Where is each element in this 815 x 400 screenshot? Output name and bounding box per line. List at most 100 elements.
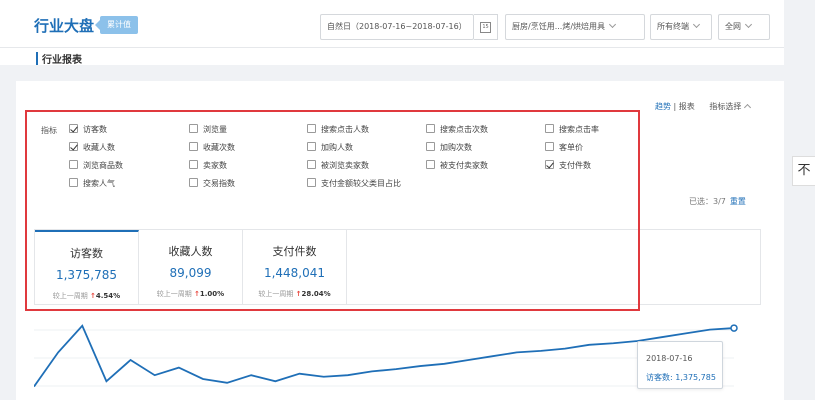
terminal-select-value: 所有终端: [657, 22, 689, 31]
chevron-down-icon: [608, 20, 617, 29]
view-switcher: 趋势 | 报表 指标选择: [655, 101, 752, 112]
checkbox[interactable]: [69, 124, 78, 133]
metric-option[interactable]: 收藏次数: [189, 142, 235, 154]
checkbox[interactable]: [426, 160, 435, 169]
checkbox[interactable]: [545, 124, 554, 133]
tab-compare: 较上一周期 ↑28.04%: [258, 290, 331, 298]
cumulative-badge[interactable]: 累计值: [95, 16, 138, 34]
metric-option[interactable]: 搜索点击率: [545, 124, 599, 136]
metric-select-toggle[interactable]: 指标选择: [709, 102, 752, 112]
category-select[interactable]: 厨房/烹饪用...烤/烘焙用具: [505, 14, 645, 40]
option-label: 收藏人数: [83, 143, 115, 152]
tab-title: 支付件数: [272, 245, 317, 258]
metric-option[interactable]: 搜索点击人数: [307, 124, 369, 136]
option-label: 访客数: [83, 125, 107, 134]
section-bar: 行业报表: [0, 47, 784, 65]
option-label: 搜索人气: [83, 179, 115, 188]
tab-title: 收藏人数: [168, 245, 213, 258]
link-separator: |: [673, 102, 677, 111]
metric-option[interactable]: 客单价: [545, 142, 583, 154]
checkbox[interactable]: [189, 160, 198, 169]
date-range-picker[interactable]: 自然日（2018-07-16~2018-07-16）: [320, 14, 474, 40]
option-label: 收藏次数: [203, 143, 235, 152]
tooltip-series: 访客数: 1,375,785: [646, 373, 716, 382]
category-select-value: 厨房/烹饪用...烤/烘焙用具: [512, 22, 606, 31]
checkbox[interactable]: [307, 124, 316, 133]
metric-option[interactable]: 加购次数: [426, 142, 472, 154]
brand-title: 行业大盘: [34, 17, 95, 35]
checkbox[interactable]: [307, 178, 316, 187]
tooltip-date: 2018-07-16: [646, 354, 693, 363]
metric-option[interactable]: 被浏览卖家数: [307, 160, 369, 172]
report-link[interactable]: 报表: [679, 102, 695, 111]
series-point[interactable]: [730, 324, 738, 332]
checkbox[interactable]: [69, 178, 78, 187]
date-range-text: 自然日（2018-07-16~2018-07-16）: [327, 22, 467, 31]
metric-tabs: 访客数 1,375,785 较上一周期 ↑4.54% 收藏人数 89,099 较…: [34, 229, 761, 305]
metric-option[interactable]: 收藏人数: [69, 142, 115, 154]
top-header: 行业大盘 累计值 自然日（2018-07-16~2018-07-16） 15 厨…: [0, 0, 784, 47]
option-label: 浏览商品数: [83, 161, 123, 170]
metric-option[interactable]: 访客数: [69, 124, 107, 136]
trend-link[interactable]: 趋势: [655, 102, 671, 111]
metric-option[interactable]: 支付金额较父类目占比: [307, 178, 401, 190]
checkbox[interactable]: [189, 124, 198, 133]
metric-option[interactable]: 支付件数: [545, 160, 591, 172]
option-label: 被支付卖家数: [440, 161, 488, 170]
checkbox[interactable]: [69, 142, 78, 151]
checkbox[interactable]: [307, 160, 316, 169]
metric-select-label: 指标选择: [709, 102, 742, 111]
chevron-down-icon: [692, 20, 701, 29]
tab-visitors[interactable]: 访客数 1,375,785 较上一周期 ↑4.54%: [35, 230, 139, 305]
metric-option[interactable]: 加购人数: [307, 142, 353, 154]
chart-lines: [34, 324, 738, 388]
option-label: 浏览量: [203, 125, 227, 134]
side-float-tab[interactable]: 不: [792, 156, 815, 186]
option-label: 卖家数: [203, 161, 227, 170]
calendar-button[interactable]: 15: [474, 14, 498, 40]
checkbox[interactable]: [307, 142, 316, 151]
checkbox[interactable]: [545, 142, 554, 151]
metric-option[interactable]: 搜索人气: [69, 178, 115, 190]
selected-count-text: 已选：3/7: [689, 197, 726, 206]
selected-count: 已选：3/7 重置: [689, 196, 746, 207]
option-label: 搜索点击次数: [440, 125, 488, 134]
tab-title: 访客数: [70, 247, 103, 260]
option-label: 搜索点击人数: [321, 125, 369, 134]
option-label: 支付金额较父类目占比: [321, 179, 401, 188]
option-label: 加购人数: [321, 143, 353, 152]
terminal-select[interactable]: 所有终端: [650, 14, 712, 40]
tab-compare: 较上一周期 ↑1.00%: [156, 290, 225, 298]
calendar-icon: 15: [480, 22, 491, 33]
tab-paid-items[interactable]: 支付件数 1,448,041 较上一周期 ↑28.04%: [243, 230, 347, 305]
option-label: 搜索点击率: [559, 125, 599, 134]
option-label: 交易指数: [203, 179, 235, 188]
tab-value: 1,375,785: [55, 268, 118, 282]
metric-option[interactable]: 卖家数: [189, 160, 227, 172]
checkbox[interactable]: [69, 160, 78, 169]
checkbox[interactable]: [426, 142, 435, 151]
section-marker: [36, 52, 38, 65]
network-select-value: 全网: [725, 22, 741, 31]
checkbox[interactable]: [426, 124, 435, 133]
tab-value: 89,099: [169, 266, 212, 280]
metric-option[interactable]: 搜索点击次数: [426, 124, 488, 136]
option-label: 客单价: [559, 143, 583, 152]
chevron-down-icon: [744, 20, 753, 29]
checkbox[interactable]: [545, 160, 554, 169]
metric-option[interactable]: 浏览量: [189, 124, 227, 136]
tab-value: 1,448,041: [263, 266, 326, 280]
chevron-up-icon: [744, 103, 752, 112]
tab-favorites[interactable]: 收藏人数 89,099 较上一周期 ↑1.00%: [139, 230, 243, 305]
network-select[interactable]: 全网: [718, 14, 770, 40]
metric-option[interactable]: 被支付卖家数: [426, 160, 488, 172]
reset-link[interactable]: 重置: [730, 197, 746, 206]
metric-option[interactable]: 交易指数: [189, 178, 235, 190]
chart-tooltip: 2018-07-16 访客数: 1,375,785: [637, 341, 723, 389]
section-title: 行业报表: [42, 55, 82, 65]
metrics-label: 指标: [41, 126, 57, 135]
checkbox[interactable]: [189, 178, 198, 187]
checkbox[interactable]: [189, 142, 198, 151]
option-label: 被浏览卖家数: [321, 161, 369, 170]
metric-option[interactable]: 浏览商品数: [69, 160, 123, 172]
